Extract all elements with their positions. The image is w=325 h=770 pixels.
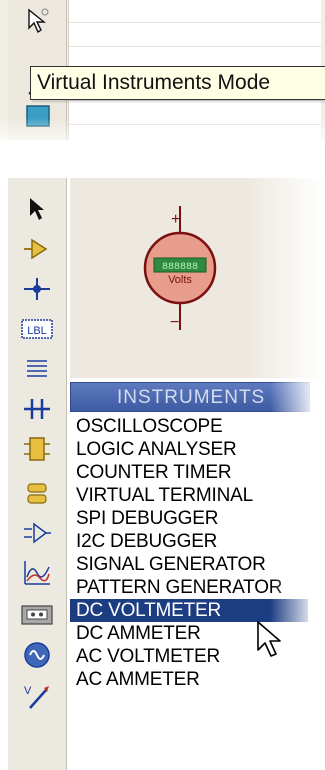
generator-icon[interactable] xyxy=(18,640,56,670)
component-icon[interactable] xyxy=(18,234,56,264)
instrument-item[interactable]: VIRTUAL TERMINAL xyxy=(70,484,325,507)
text-script-icon[interactable] xyxy=(18,354,56,384)
graph-icon[interactable] xyxy=(18,558,56,588)
meter-unit-label: Volts xyxy=(168,274,192,286)
svg-text:LBL: LBL xyxy=(27,325,47,337)
subcircuit-icon[interactable] xyxy=(18,434,56,464)
instrument-item[interactable]: DC AMMETER xyxy=(70,622,325,645)
pointer-icon[interactable] xyxy=(24,8,52,34)
instrument-item[interactable]: AC AMMETER xyxy=(70,668,325,691)
device-preview: 888888 + − Volts xyxy=(70,178,325,378)
tape-recorder-icon[interactable] xyxy=(18,600,56,630)
junction-dot-icon[interactable] xyxy=(18,274,56,304)
instrument-item[interactable]: OSCILLOSCOPE xyxy=(70,415,325,438)
instruments-list-panel: INSTRUMENTS OSCILLOSCOPE LOGIC ANALYSER CO… xyxy=(70,378,325,770)
voltage-probe-icon[interactable]: V xyxy=(18,682,56,712)
svg-text:V: V xyxy=(24,685,32,697)
device-pins-icon[interactable] xyxy=(18,518,56,548)
wire-label-icon[interactable]: LBL xyxy=(18,314,56,344)
terminals-icon[interactable] xyxy=(18,478,56,508)
buses-icon[interactable] xyxy=(18,394,56,424)
tooltip: Virtual Instruments Mode xyxy=(30,66,325,100)
plus-terminal-label: + xyxy=(171,211,181,228)
instrument-item[interactable]: PATTERN GENERATOR xyxy=(70,576,325,599)
instrument-item[interactable]: DC VOLTMETER xyxy=(70,599,308,622)
instruments-header: INSTRUMENTS xyxy=(70,382,310,412)
instruments-list: OSCILLOSCOPE LOGIC ANALYSER COUNTER TIMER V… xyxy=(70,415,325,691)
instrument-item[interactable]: I2C DEBUGGER xyxy=(70,530,325,553)
instrument-item[interactable]: COUNTER TIMER xyxy=(70,461,325,484)
instrument-item[interactable]: SPI DEBUGGER xyxy=(70,507,325,530)
svg-text:888888: 888888 xyxy=(162,262,198,273)
instrument-item[interactable]: LOGIC ANALYSER xyxy=(70,438,325,461)
mouse-cursor-icon xyxy=(257,621,281,657)
selection-arrow-icon[interactable] xyxy=(18,194,56,224)
minus-terminal-label: − xyxy=(170,314,180,331)
mode-toolbar: LBL V xyxy=(8,178,67,770)
instrument-item[interactable]: SIGNAL GENERATOR xyxy=(70,553,325,576)
fade-divider xyxy=(0,118,325,163)
instrument-item[interactable]: AC VOLTMETER xyxy=(70,645,325,668)
